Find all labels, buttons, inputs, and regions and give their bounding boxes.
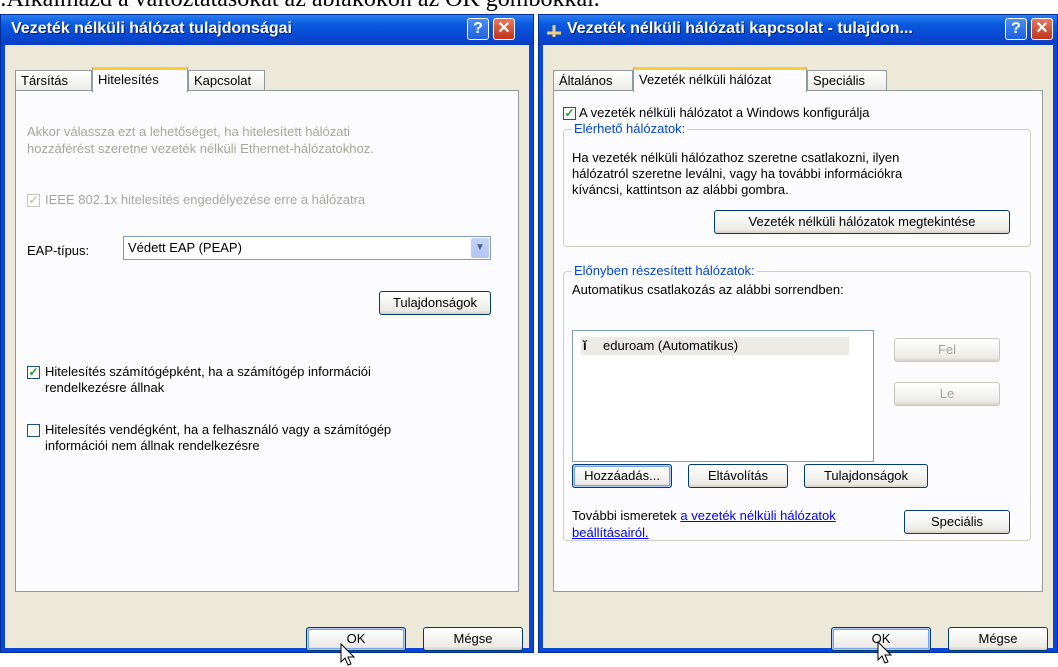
computer-auth-label-line2: rendelkezésre állnak xyxy=(45,380,165,395)
eap-type-label: EAP-típus: xyxy=(27,243,90,258)
list-item[interactable]: ǐ eduroam (Automatikus) xyxy=(581,337,849,355)
question-mark-icon: ? xyxy=(473,20,483,37)
left-cancel-button[interactable]: Mégse xyxy=(423,627,523,651)
left-dialog-window: Vezeték nélküli hálózat tulajdonságai ? … xyxy=(0,14,534,666)
windows-config-label: A vezeték nélküli hálózatot a Windows ko… xyxy=(579,105,870,120)
close-x-icon: ✕ xyxy=(1035,20,1049,37)
tab-kapcsolat[interactable]: Kapcsolat xyxy=(188,70,265,90)
wireless-settings-link[interactable]: a vezeték nélküli hálózatok xyxy=(680,508,835,523)
close-x-icon: ✕ xyxy=(497,20,511,37)
available-text-line3: kíváncsi, kattintson az alábbi gombra. xyxy=(572,182,789,197)
left-window-title: Vezeték nélküli hálózat tulajdonságai xyxy=(11,20,292,37)
left-ok-button[interactable]: OK xyxy=(306,627,406,651)
chevron-down-icon[interactable]: ▼ xyxy=(471,238,489,258)
ieee-8021x-label: IEEE 802.1x hitelesítés engedélyezése er… xyxy=(45,192,366,207)
info-text-line1: Akkor válassza ezt a lehetőséget, ha hit… xyxy=(27,124,351,139)
available-text-line2: hálózatról szeretne leválni, vagy ha tov… xyxy=(572,166,903,181)
wireless-settings-link-line2[interactable]: beállításairól. xyxy=(572,525,649,540)
tab-vezetek-nelkuli-halozat[interactable]: Vezeték nélküli hálózat xyxy=(633,67,807,92)
preferred-networks-group: Előnyben részesített hálózatok: Automati… xyxy=(563,263,1031,541)
right-dialog-client: Általános Vezeték nélküli hálózat Speciá… xyxy=(543,45,1053,651)
tab-tarsitas[interactable]: Társítás xyxy=(15,70,92,90)
wireless-network-icon xyxy=(547,25,561,37)
available-networks-group: Elérhető hálózatok: Ha vezeték nélküli h… xyxy=(563,121,1031,247)
eap-type-value: Védett EAP (PEAP) xyxy=(128,240,242,255)
right-title-bar[interactable]: Vezeték nélküli hálózati kapcsolat - tul… xyxy=(539,15,1057,45)
more-info-prefix: További ismeretek xyxy=(572,508,677,523)
info-text-line2: hozzáférést szeretne vezeték nélküli Eth… xyxy=(27,141,374,156)
advanced-button[interactable]: Speciális xyxy=(904,510,1010,534)
guest-auth-label-line1: Hitelesítés vendégként, ha a felhasználó… xyxy=(45,422,392,437)
remove-network-button[interactable]: Eltávolítás xyxy=(688,464,788,488)
more-info-text: További ismeretek a vezeték nélküli háló… xyxy=(572,508,836,523)
close-button[interactable]: ✕ xyxy=(1031,18,1053,40)
tab-altalanos[interactable]: Általános xyxy=(553,70,633,90)
move-down-button[interactable]: Le xyxy=(894,382,1000,406)
preferred-description: Automatikus csatlakozás az alábbi sorren… xyxy=(572,282,844,297)
computer-auth-label-line1: Hitelesítés számítógépként, ha a számító… xyxy=(45,364,371,379)
left-dialog-client: Társítás Hitelesítés Kapcsolat Akkor vál… xyxy=(5,45,529,651)
help-button[interactable]: ? xyxy=(1005,18,1027,40)
close-button[interactable]: ✕ xyxy=(493,18,515,40)
wireless-networks-panel: ✓ A vezeték nélküli hálózatot a Windows … xyxy=(553,90,1043,592)
authentication-panel: Akkor válassza ezt a lehetőséget, ha hit… xyxy=(15,90,519,592)
right-window-title: Vezeték nélküli hálózati kapcsolat - tul… xyxy=(567,20,913,37)
view-wireless-networks-button[interactable]: Vezeték nélküli hálózatok megtekintése xyxy=(714,210,1010,234)
guest-auth-checkbox[interactable] xyxy=(27,424,40,437)
right-dialog-window: Vezeték nélküli hálózati kapcsolat - tul… xyxy=(538,14,1058,664)
windows-config-checkbox[interactable]: ✓ xyxy=(563,107,576,120)
mouse-pointer-icon xyxy=(877,641,893,664)
instruction-caption: :Alkalmazd a változtatásokat az ablakoko… xyxy=(0,0,600,13)
network-name: eduroam (Automatikus) xyxy=(603,338,739,353)
preferred-networks-legend: Előnyben részesített hálózatok: xyxy=(572,263,757,278)
help-button[interactable]: ? xyxy=(467,18,489,40)
wireless-network-icon: ǐ xyxy=(583,338,587,353)
preferred-networks-list[interactable]: ǐ eduroam (Automatikus) xyxy=(572,330,874,462)
move-up-button[interactable]: Fel xyxy=(894,338,1000,362)
left-title-bar[interactable]: Vezeték nélküli hálózat tulajdonságai ? … xyxy=(1,15,533,45)
tab-specialis[interactable]: Speciális xyxy=(807,70,887,90)
mouse-pointer-icon xyxy=(340,643,356,666)
available-networks-legend: Elérhető hálózatok: xyxy=(572,121,688,136)
add-network-button[interactable]: Hozzáadás... xyxy=(572,464,672,488)
eap-properties-button[interactable]: Tulajdonságok xyxy=(379,291,491,315)
question-mark-icon: ? xyxy=(1011,20,1021,37)
eap-type-select[interactable]: Védett EAP (PEAP) ▼ xyxy=(123,236,491,260)
guest-auth-label-line2: információi nem állnak rendelkezésre xyxy=(45,438,260,453)
computer-auth-checkbox[interactable]: ✓ xyxy=(27,366,40,379)
available-text-line1: Ha vezeték nélküli hálózathoz szeretne c… xyxy=(572,150,900,165)
network-properties-button[interactable]: Tulajdonságok xyxy=(804,464,928,488)
ieee-8021x-checkbox[interactable]: ✓ xyxy=(27,194,40,207)
tab-hitelesites[interactable]: Hitelesítés xyxy=(92,67,188,92)
right-cancel-button[interactable]: Mégse xyxy=(948,627,1048,651)
